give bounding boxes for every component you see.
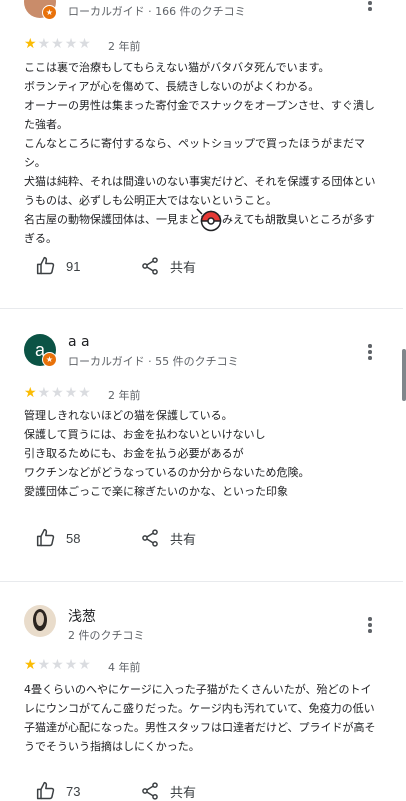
review-text-line: 保護して買うには、お金を払わないといけないし xyxy=(24,428,266,441)
reviewer-meta[interactable]: ローカルガイド · 166 件のクチコミ xyxy=(68,3,246,19)
star-icon: ★ xyxy=(37,385,51,401)
more-vert-icon[interactable] xyxy=(362,343,378,361)
thumbs-up-icon xyxy=(36,528,55,547)
review-text: 4畳くらいのへやにケージに入った子猫がたくさんいたが、殆どのトイレにウンコがてん… xyxy=(24,680,380,756)
star-icon: ★ xyxy=(64,385,78,401)
share-icon xyxy=(142,257,158,275)
star-icon: ★ xyxy=(51,36,64,52)
review-text-line: 愛護団体ごっこで楽に稼ぎたいのかな、といった印象 xyxy=(24,485,288,498)
review-text-line: 犬猫は純粋、それは間違いのない事実だけど、それを保護する団体というものは、必ずし… xyxy=(24,175,376,207)
like-count: 73 xyxy=(66,783,81,799)
more-vert-icon[interactable] xyxy=(362,616,378,634)
reviewer-meta[interactable]: 2 件のクチコミ xyxy=(68,627,145,643)
star-icon: ★ xyxy=(24,36,37,52)
share-icon xyxy=(142,782,158,800)
like-count: 58 xyxy=(66,530,81,546)
review-text-line: ワクチンなどがどうなっているのか分からないため危険。 xyxy=(24,466,310,479)
review-text-line: ここは裏で治療もしてもらえない猫がバタバタ死んでいます。 xyxy=(24,61,330,74)
star-rating: ★ ★ ★ ★ ★ xyxy=(24,37,91,51)
share-button[interactable]: 共有 xyxy=(140,256,196,276)
star-icon: ★ xyxy=(51,657,64,673)
poke-ball-cursor-icon xyxy=(196,208,222,232)
review-text-line: 引き取るためにも、お金を払う必要があるが xyxy=(24,447,244,460)
review-text-line: ボランティアが心を傷めて、長続きしないのがよくわかる。 xyxy=(24,80,320,93)
share-button[interactable]: 共有 xyxy=(140,528,196,548)
star-icon: ★ xyxy=(78,385,91,401)
review-card: ★ ローカルガイド · 166 件のクチコミ ★ ★ ★ ★ ★ 2 年前 ここ… xyxy=(0,0,403,308)
review-text-line: こんなところに寄付するなら、ペットショップで買ったほうがまだマシ。 xyxy=(24,137,365,169)
review-text: 管理しきれないほどの猫を保護している。 保護して買うには、お金を払わないといけな… xyxy=(24,406,380,501)
star-rating: ★ ★ ★ ★ ★ xyxy=(24,658,91,672)
reviewer-meta[interactable]: ローカルガイド · 55 件のクチコミ xyxy=(68,353,239,369)
star-rating: ★ ★ ★ ★ ★ xyxy=(24,386,91,400)
review-card: 浅葱 2 件のクチコミ ★ ★ ★ ★ ★ 4 年前 4畳くらいのへやにケージに… xyxy=(0,582,403,800)
local-guide-star-icon: ★ xyxy=(42,352,57,367)
star-icon: ★ xyxy=(37,36,51,52)
star-icon: ★ xyxy=(51,385,64,401)
avatar[interactable] xyxy=(24,605,56,637)
star-icon: ★ xyxy=(64,36,78,52)
scrollbar-thumb[interactable] xyxy=(402,349,406,401)
review-date: 4 年前 xyxy=(108,661,141,674)
thumbs-up-icon xyxy=(36,781,55,800)
review-card: a ★ a a ローカルガイド · 55 件のクチコミ ★ ★ ★ ★ ★ 2 … xyxy=(0,309,403,581)
star-icon: ★ xyxy=(37,657,51,673)
review-date: 2 年前 xyxy=(108,40,141,53)
star-icon: ★ xyxy=(64,657,78,673)
reviewer-name[interactable]: 浅葱 xyxy=(68,606,96,626)
star-icon: ★ xyxy=(24,657,37,673)
share-button[interactable]: 共有 xyxy=(140,781,196,801)
review-text-line: 管理しきれないほどの猫を保護している。 xyxy=(24,409,233,422)
share-label: 共有 xyxy=(170,531,197,547)
like-button[interactable]: 91 xyxy=(36,256,80,276)
local-guide-star-icon: ★ xyxy=(42,5,57,20)
star-icon: ★ xyxy=(78,36,91,52)
more-vert-icon[interactable] xyxy=(362,0,378,12)
star-icon: ★ xyxy=(24,385,37,401)
star-icon: ★ xyxy=(78,657,91,673)
like-button[interactable]: 73 xyxy=(36,781,80,801)
reviewer-name[interactable]: a a xyxy=(68,334,90,350)
like-count: 91 xyxy=(66,258,81,274)
review-date: 2 年前 xyxy=(108,389,141,402)
share-icon xyxy=(142,529,158,547)
share-label: 共有 xyxy=(170,259,197,275)
share-label: 共有 xyxy=(170,784,197,800)
review-text-line: オーナーの男性は集まった寄付金でスナックをオープンさせ、すぐ潰した強者。 xyxy=(24,99,375,131)
like-button[interactable]: 58 xyxy=(36,528,80,548)
review-text-line: 4畳くらいのへやにケージに入った子猫がたくさんいたが、殆どのトイレにウンコがてん… xyxy=(24,683,376,753)
thumbs-up-icon xyxy=(36,256,55,275)
user-photo xyxy=(33,609,47,631)
